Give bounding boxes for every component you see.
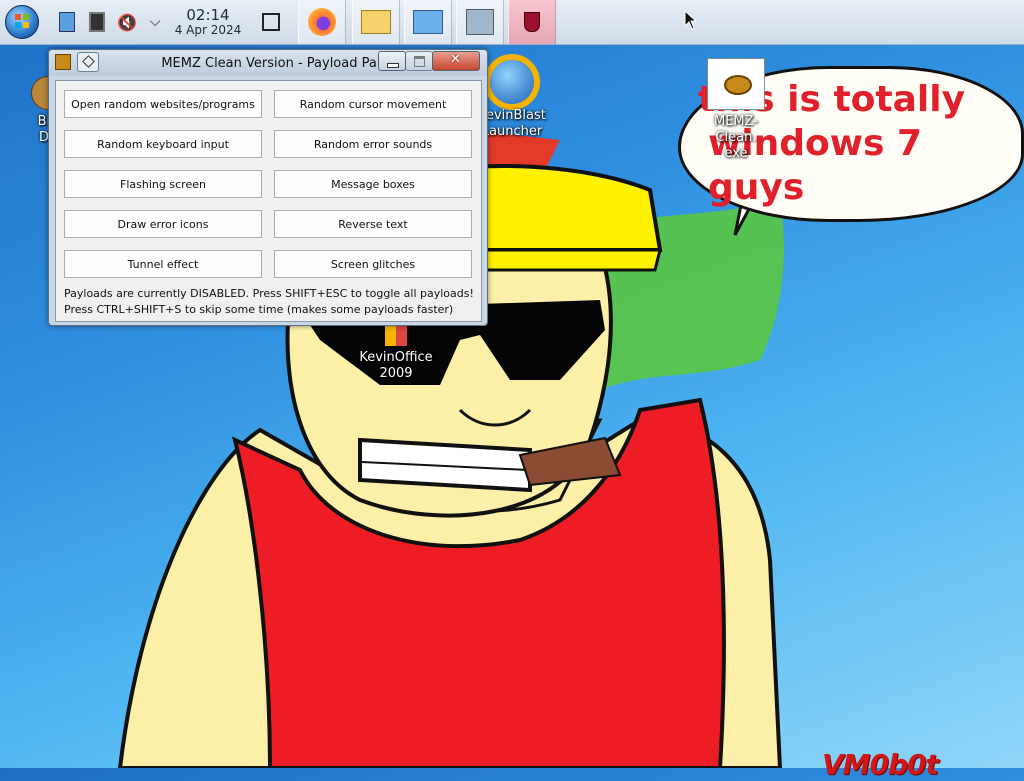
desktop-icon-label: KevinOffice — [359, 350, 433, 365]
clock-time: 02:14 — [186, 5, 230, 24]
payload-button-open-websites[interactable]: Open random websites/programs — [64, 90, 262, 118]
speaker-muted-icon[interactable]: 🔇 — [116, 0, 138, 44]
windows-orb-icon — [5, 5, 39, 39]
desktop-icon-label: 2009 — [379, 366, 413, 381]
desktop-icon-label: exe — [724, 146, 748, 161]
clipboard-icon[interactable] — [86, 0, 108, 44]
payload-button-random-error-sounds[interactable]: Random error sounds — [274, 130, 472, 158]
payload-button-reverse-text[interactable]: Reverse text — [274, 210, 472, 238]
close-button[interactable] — [432, 51, 480, 71]
globe-star-icon — [490, 60, 534, 104]
desktop-icon-label: MEMZ-Clean. — [713, 114, 758, 145]
file-explorer-icon — [361, 10, 391, 34]
start-button[interactable] — [4, 0, 40, 44]
window-titlebar[interactable]: MEMZ Clean Version - Payload Panel — [49, 50, 487, 76]
office-icon — [385, 326, 407, 346]
payload-button-screen-glitches[interactable]: Screen glitches — [274, 250, 472, 278]
maximize-button[interactable] — [405, 51, 433, 71]
payload-button-flashing-screen[interactable]: Flashing screen — [64, 170, 262, 198]
payload-button-random-keyboard[interactable]: Random keyboard input — [64, 130, 262, 158]
clock[interactable]: 02:14 4 Apr 2024 — [172, 0, 244, 44]
desktop-icon-memz-clean[interactable]: MEMZ-Clean. exe — [694, 58, 778, 162]
payload-button-tunnel-effect[interactable]: Tunnel effect — [64, 250, 262, 278]
payload-panel-client: Open random websites/programs Random cur… — [55, 80, 482, 322]
artist-signature: VM0b0t — [822, 748, 939, 781]
taskbar-wine[interactable] — [508, 0, 556, 44]
payload-button-message-boxes[interactable]: Message boxes — [274, 170, 472, 198]
taskbar: 🔇 ⌵ 02:14 4 Apr 2024 — [0, 0, 1024, 45]
status-text-line-2: Press CTRL+SHIFT+S to skip some time (ma… — [64, 303, 454, 316]
taskbar-program-installer[interactable] — [456, 0, 504, 44]
program-installer-icon — [466, 9, 494, 35]
desktop-icon-kevinoffice[interactable]: KevinOffice 2009 — [356, 326, 436, 382]
memz-gear-icon — [707, 58, 765, 110]
wine-icon — [524, 12, 540, 32]
payload-button-random-cursor[interactable]: Random cursor movement — [274, 90, 472, 118]
status-text-line-1: Payloads are currently DISABLED. Press S… — [64, 287, 474, 300]
control-panel-icon — [413, 10, 443, 34]
mouse-cursor-icon — [684, 10, 698, 30]
minimize-button[interactable] — [378, 51, 406, 71]
app-icon — [55, 54, 71, 70]
show-desktop-icon[interactable] — [258, 0, 284, 44]
taskbar-file-explorer[interactable] — [352, 0, 400, 44]
chevron-down-icon[interactable]: ⌵ — [144, 0, 166, 44]
system-menu-button[interactable] — [77, 52, 99, 72]
taskbar-control-panel[interactable] — [404, 0, 452, 44]
clock-date: 4 Apr 2024 — [174, 22, 242, 37]
taskbar-firefox[interactable] — [298, 0, 346, 44]
network-icon[interactable] — [56, 0, 78, 44]
memz-payload-panel-window: MEMZ Clean Version - Payload Panel Open … — [48, 49, 488, 326]
payload-button-draw-error-icons[interactable]: Draw error icons — [64, 210, 262, 238]
firefox-icon — [308, 8, 336, 36]
